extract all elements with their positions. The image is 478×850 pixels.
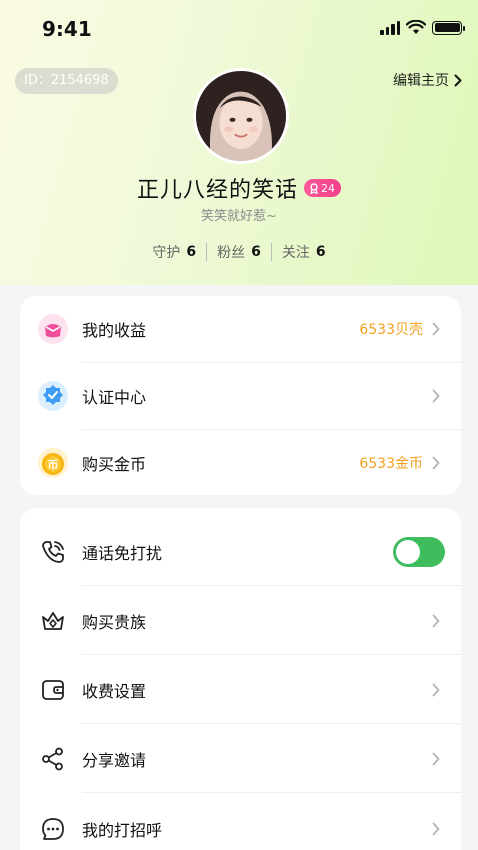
secondary-menu-card: 通话免打扰 购买贵族 收费设置 分享邀请 我的打招呼: [20, 508, 461, 850]
medal-icon: [310, 182, 318, 194]
menu-item-label: 我的收益: [82, 321, 147, 340]
chevron-right-icon: [432, 389, 440, 403]
stat-label: 粉丝: [217, 245, 246, 261]
menu-item-buy-coins[interactable]: 币 购买金币 6533金币: [20, 444, 461, 482]
stat-fans[interactable]: 粉丝 6: [207, 242, 271, 262]
user-signature: 笑笑就好惹~: [201, 209, 277, 224]
chevron-right-icon: [432, 322, 440, 336]
divider: [82, 362, 461, 363]
menu-item-buy-nobility[interactable]: 购买贵族: [20, 602, 461, 640]
share-icon: [36, 742, 70, 776]
menu-item-label: 认证中心: [82, 388, 147, 407]
chevron-right-icon: [432, 683, 440, 697]
chevron-right-icon: [454, 74, 462, 86]
menu-item-earnings[interactable]: 我的收益 6533贝壳: [20, 310, 461, 348]
primary-menu-card: 我的收益 6533贝壳 认证中心 币 购买金币 6533金币: [20, 296, 461, 495]
menu-item-verification[interactable]: 认证中心: [20, 377, 461, 415]
edit-profile-link[interactable]: 编辑主页: [393, 70, 462, 90]
do-not-disturb-toggle[interactable]: [393, 537, 445, 567]
divider: [82, 792, 461, 793]
menu-item-share-invite[interactable]: 分享邀请: [20, 740, 461, 778]
menu-item-label: 通话免打扰: [82, 544, 163, 563]
battery-icon: [432, 20, 465, 35]
menu-item-my-greetings[interactable]: 我的打招呼: [20, 810, 461, 848]
stat-following[interactable]: 关注 6: [272, 242, 336, 262]
nickname-row: 正儿八经的笑话 24: [0, 172, 478, 204]
divider: [82, 585, 461, 586]
menu-item-label: 购买贵族: [82, 613, 147, 632]
menu-item-fee-settings[interactable]: 收费设置: [20, 671, 461, 709]
verify-shield-icon: [36, 379, 70, 413]
level-badge: 24: [304, 179, 341, 197]
status-time: 9:41: [42, 17, 92, 41]
level-value: 24: [321, 181, 335, 195]
divider: [82, 429, 461, 430]
stat-guard[interactable]: 守护 6: [142, 242, 206, 262]
status-icons: [380, 20, 465, 35]
menu-item-value: 6533金币: [359, 456, 423, 472]
menu-item-do-not-disturb[interactable]: 通话免打扰: [20, 533, 461, 571]
chevron-right-icon: [432, 614, 440, 628]
stat-label: 关注: [281, 245, 310, 261]
cellular-signal-icon: [380, 20, 400, 35]
chevron-right-icon: [432, 456, 440, 470]
menu-item-label: 我的打招呼: [82, 821, 163, 840]
wifi-icon: [406, 20, 426, 34]
edit-profile-label: 编辑主页: [393, 73, 449, 89]
menu-item-label: 收费设置: [82, 682, 147, 701]
menu-item-value: 6533贝壳: [359, 322, 423, 338]
stat-value: 6: [315, 244, 326, 260]
user-id-badge: ID：2154698: [15, 68, 118, 94]
menu-item-label: 购买金币: [82, 455, 147, 474]
wallet-icon: [36, 673, 70, 707]
profile-stats: 守护 6 粉丝 6 关注 6: [0, 242, 478, 262]
nickname: 正儿八经的笑话: [136, 178, 298, 203]
stat-value: 6: [186, 244, 197, 260]
divider: [82, 654, 461, 655]
stat-label: 守护: [152, 245, 181, 261]
status-bar: 9:41: [0, 0, 478, 58]
coin-icon: 币: [36, 446, 70, 480]
divider: [82, 723, 461, 724]
crown-icon: [36, 604, 70, 638]
earnings-icon: [36, 312, 70, 346]
svg-text:币: 币: [48, 459, 59, 472]
avatar[interactable]: [193, 68, 289, 164]
menu-item-label: 分享邀请: [82, 751, 147, 770]
chat-bubble-icon: [36, 812, 70, 846]
phone-call-icon: [36, 535, 70, 569]
toggle-knob: [396, 540, 420, 564]
chevron-right-icon: [432, 752, 440, 766]
stat-value: 6: [251, 244, 261, 260]
chevron-right-icon: [432, 822, 440, 836]
